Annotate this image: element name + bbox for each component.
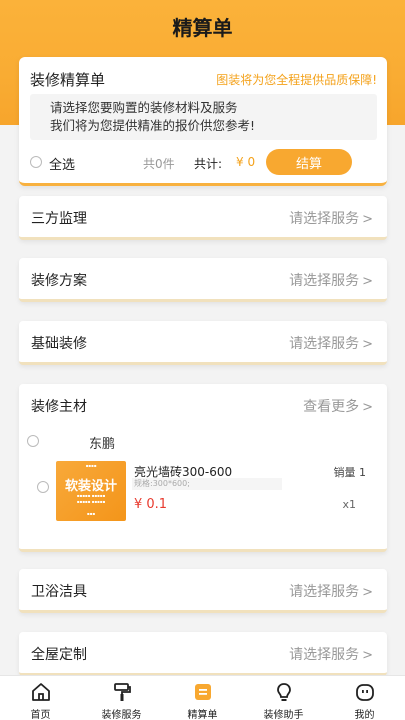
store-radio[interactable] <box>27 435 39 447</box>
section-design-plan[interactable]: 装修方案 请选择服务 > <box>19 258 387 302</box>
thumbnail-title: 软装设计 <box>64 479 117 494</box>
select-all-label[interactable]: 全选 <box>49 154 75 173</box>
total-label: 共计: <box>194 157 223 171</box>
view-more-link[interactable]: 查看更多 > <box>303 396 373 416</box>
select-service-link[interactable]: 请选择服务 > <box>289 644 373 664</box>
home-icon <box>31 683 50 701</box>
nav-profile[interactable]: 我的 <box>324 676 405 720</box>
summary-title: 装修精算单 <box>30 71 106 89</box>
product-radio[interactable] <box>37 481 49 493</box>
nav-label: 装修服务 <box>101 710 142 720</box>
bottom-nav: 首页 装修服务 精算单 装修助手 我的 <box>0 675 405 720</box>
nav-home[interactable]: 首页 <box>0 676 81 720</box>
nav-label: 首页 <box>30 710 51 720</box>
select-service-link[interactable]: 请选择服务 > <box>289 581 373 601</box>
select-service-link[interactable]: 请选择服务 > <box>289 208 373 228</box>
chevron-right-icon: > <box>362 400 373 415</box>
paint-roller-icon <box>113 683 131 701</box>
summary-card: 装修精算单 图装将为您全程提供品质保障! 请选择您要购置的装修材料及服务 我们将… <box>19 57 387 186</box>
item-count: 共0件 <box>143 157 175 171</box>
nav-label: 我的 <box>354 710 375 720</box>
select-service-link[interactable]: 请选择服务 > <box>289 270 373 290</box>
section-label: 装修方案 <box>31 273 87 289</box>
page-title: 精算单 <box>172 16 233 40</box>
nav-quote[interactable]: 精算单 <box>162 676 243 720</box>
materials-card: 装修主材 查看更多 > 东鹏 ▪▪▪▪ 软装设计 ▪▪▪▪▪ ▪▪▪▪▪ ▪▪▪▪… <box>19 384 387 552</box>
section-label: 基础装修 <box>31 336 87 352</box>
materials-label: 装修主材 <box>31 399 87 415</box>
sales-count: 销量 1 <box>333 466 367 479</box>
chevron-right-icon: > <box>362 337 373 352</box>
nav-assistant[interactable]: 装修助手 <box>243 676 324 720</box>
product-thumbnail[interactable]: ▪▪▪▪ 软装设计 ▪▪▪▪▪ ▪▪▪▪▪ ▪▪▪▪▪ ▪▪▪▪▪ ▪▪▪ <box>56 461 126 521</box>
lightbulb-icon <box>276 683 291 701</box>
section-bathroom[interactable]: 卫浴洁具 请选择服务 > <box>19 569 387 613</box>
chevron-right-icon: > <box>362 585 373 600</box>
chevron-right-icon: > <box>362 212 373 227</box>
section-label: 三方监理 <box>31 211 87 227</box>
section-label: 卫浴洁具 <box>31 584 87 600</box>
product-spec: 规格:300*600; <box>132 478 282 490</box>
section-label: 全屋定制 <box>31 647 87 663</box>
select-service-link[interactable]: 请选择服务 > <box>289 333 373 353</box>
chevron-right-icon: > <box>362 274 373 289</box>
total-value: ¥ 0 <box>236 155 256 169</box>
section-custom-furniture[interactable]: 全屋定制 请选择服务 > <box>19 632 387 676</box>
nav-label: 精算单 <box>187 710 218 720</box>
nav-services[interactable]: 装修服务 <box>81 676 162 720</box>
store-name: 东鹏 <box>89 437 116 452</box>
list-icon <box>194 684 211 700</box>
section-supervision[interactable]: 三方监理 请选择服务 > <box>19 196 387 240</box>
nav-label: 装修助手 <box>263 710 304 720</box>
summary-note: 请选择您要购置的装修材料及服务 我们将为您提供精准的报价供您参考! <box>30 94 377 140</box>
checkout-button[interactable]: 结算 <box>266 149 352 175</box>
summary-note-line1: 请选择您要购置的装修材料及服务 <box>50 100 238 115</box>
profile-icon <box>355 684 374 701</box>
section-basic-renovation[interactable]: 基础装修 请选择服务 > <box>19 321 387 365</box>
summary-slogan: 图装将为您全程提供品质保障! <box>216 73 377 87</box>
product-price: ¥ 0.1 <box>134 497 168 512</box>
select-all-radio[interactable] <box>30 156 42 168</box>
product-quantity: x1 <box>342 498 356 511</box>
summary-note-line2: 我们将为您提供精准的报价供您参考! <box>50 118 256 133</box>
chevron-right-icon: > <box>362 648 373 663</box>
